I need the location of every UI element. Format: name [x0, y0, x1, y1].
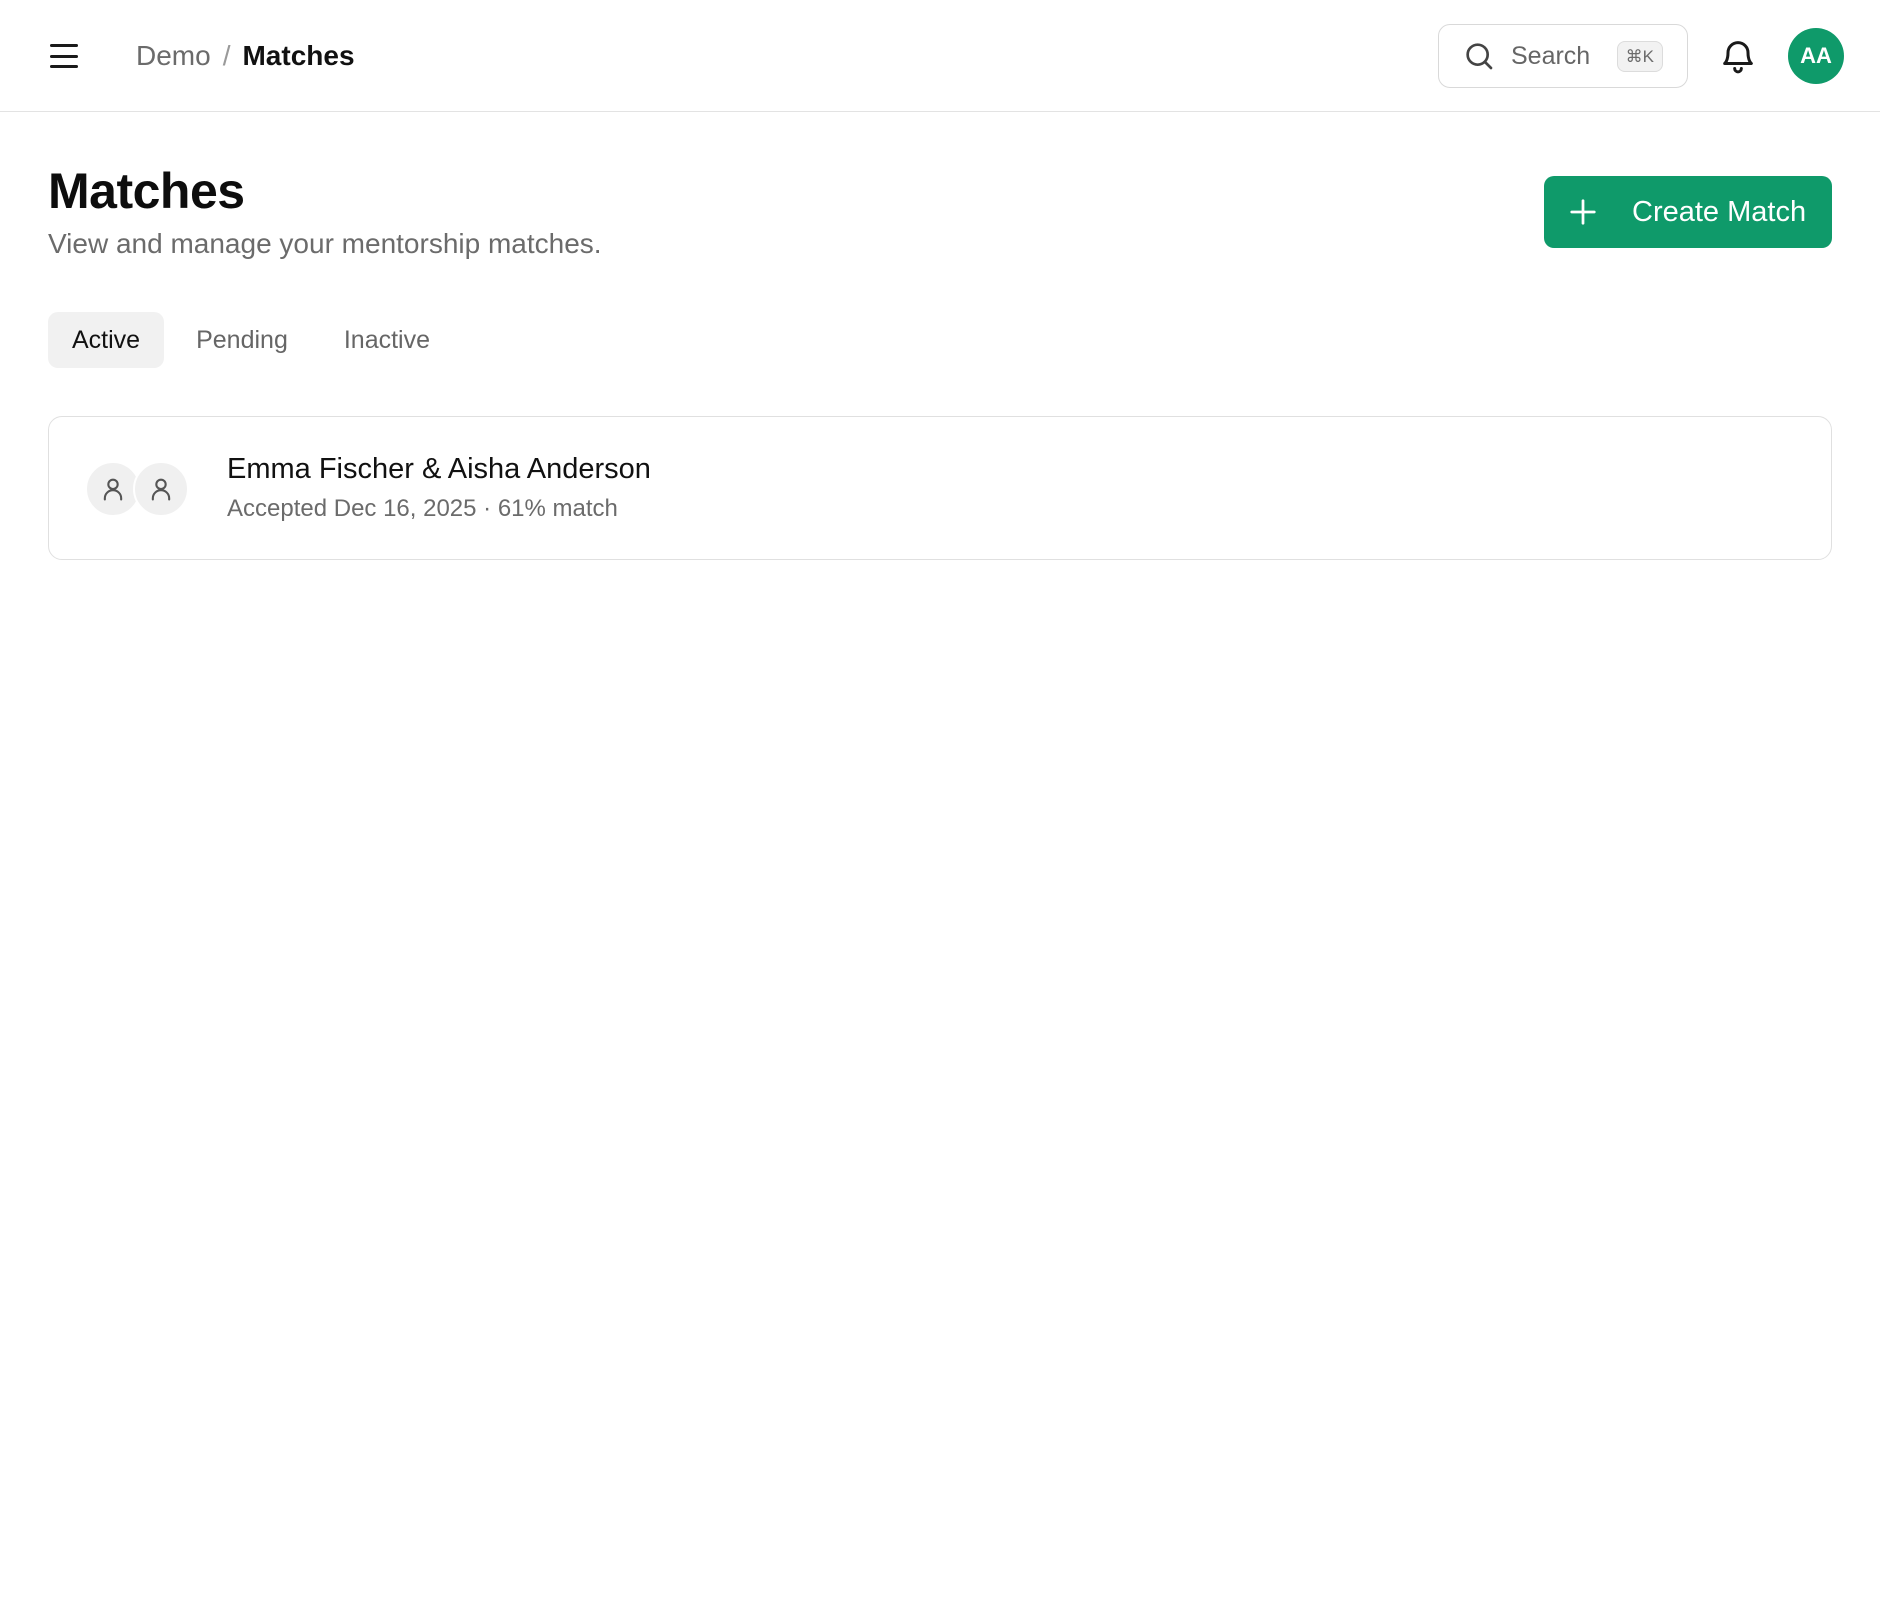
user-avatar[interactable]: AA	[1788, 28, 1844, 84]
top-bar: Demo / Matches Search ⌘K AA	[0, 0, 1880, 112]
bell-icon[interactable]	[1718, 36, 1758, 76]
plus-icon	[1570, 199, 1596, 225]
menu-button[interactable]	[44, 40, 84, 72]
search-shortcut-badge: ⌘K	[1616, 40, 1663, 72]
tab-pending[interactable]: Pending	[172, 312, 312, 368]
breadcrumb: Demo / Matches	[136, 36, 355, 76]
breadcrumb-separator: /	[222, 40, 231, 71]
tab-active[interactable]: Active	[48, 312, 165, 368]
search-icon	[1466, 43, 1493, 70]
match-card[interactable]: Emma Fischer & Aisha Anderson Accepted D…	[48, 416, 1832, 560]
match-names: Emma Fischer & Aisha Anderson	[227, 453, 651, 485]
user-icon	[103, 478, 123, 501]
menu-icon-line	[50, 65, 78, 68]
menu-icon-line	[50, 54, 78, 58]
breadcrumb-current: Matches	[242, 40, 355, 71]
create-match-label: Create Match	[1632, 195, 1807, 228]
search-label: Search	[1511, 41, 1591, 70]
user-icon	[151, 478, 171, 501]
search-button[interactable]: Search ⌘K	[1438, 24, 1688, 88]
page-subtitle: View and manage your mentorship matches.	[48, 228, 602, 259]
menu-icon-line	[50, 44, 78, 47]
page-title: Matches	[48, 163, 245, 219]
mentee-avatar	[133, 461, 189, 517]
tab-inactive[interactable]: Inactive	[320, 312, 454, 368]
status-tabs: Active Pending Inactive	[48, 312, 454, 368]
breadcrumb-root-link[interactable]: Demo	[136, 40, 211, 72]
match-avatar-stack	[85, 461, 195, 517]
match-meta: Accepted Dec 16, 2025 · 61% match	[227, 495, 618, 522]
create-match-button[interactable]: Create Match	[1544, 176, 1832, 248]
